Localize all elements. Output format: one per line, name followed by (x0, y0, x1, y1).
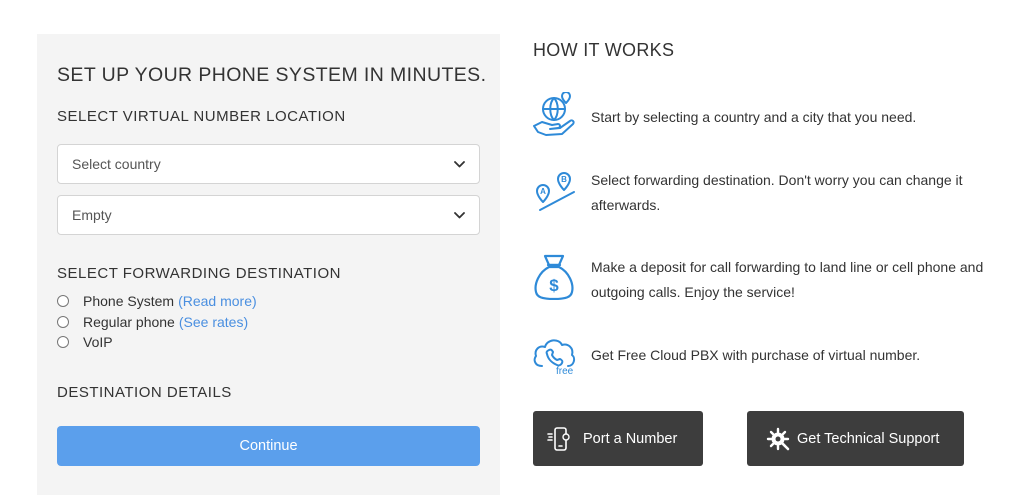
details-heading: DESTINATION DETAILS (57, 384, 232, 401)
port-number-label: Port a Number (583, 430, 678, 447)
continue-button[interactable]: Continue (57, 426, 480, 466)
location-heading: SELECT VIRTUAL NUMBER LOCATION (57, 108, 346, 125)
step-text: Get Free Cloud PBX with purchase of virt… (591, 347, 921, 363)
how-it-works-title: HOW IT WORKS (533, 40, 675, 60)
setup-form-panel: SET UP YOUR PHONE SYSTEM IN MINUTES. SEL… (37, 34, 500, 495)
read-more-link[interactable]: (Read more) (178, 293, 257, 309)
port-number-button[interactable]: Port a Number (533, 411, 703, 466)
option-label: Phone System (83, 293, 175, 309)
option-label: VoIP (83, 334, 113, 350)
country-select[interactable]: Select country (57, 144, 480, 184)
globe-hand-icon (533, 92, 575, 136)
step-cloud-pbx: free Get Free Cloud PBX with purchase of… (530, 332, 1024, 380)
technical-support-label: Get Technical Support (797, 430, 940, 447)
option-regular-phone[interactable]: Regular phone (See rates) (57, 314, 248, 330)
route-ab-icon: A B (536, 172, 575, 211)
svg-text:A: A (540, 187, 546, 196)
step-text: Make a deposit for call forwarding to la… (591, 259, 984, 300)
see-rates-link[interactable]: (See rates) (179, 314, 248, 330)
form-title: SET UP YOUR PHONE SYSTEM IN MINUTES. (57, 64, 487, 86)
radio-button[interactable] (57, 336, 69, 348)
option-voip[interactable]: VoIP (57, 334, 113, 350)
city-select[interactable]: Empty (57, 195, 480, 235)
svg-text:B: B (561, 175, 567, 184)
step-deposit: $ Make a deposit for call forwarding to … (530, 252, 1024, 304)
country-select-value: Select country (72, 156, 161, 172)
forwarding-heading: SELECT FORWARDING DESTINATION (57, 265, 341, 282)
step-select-location: Start by selecting a country and a city … (530, 92, 1024, 142)
step-forwarding: A B Select forwarding destination. Don't… (530, 167, 1024, 219)
gear-wrench-icon (765, 426, 791, 452)
option-phone-system[interactable]: Phone System (Read more) (57, 293, 257, 309)
mobile-phone-icon (547, 425, 571, 453)
chevron-down-icon (454, 160, 465, 167)
step-text: Start by selecting a country and a city … (591, 109, 917, 125)
radio-button[interactable] (57, 295, 69, 307)
radio-button[interactable] (57, 316, 69, 328)
svg-text:$: $ (549, 276, 559, 295)
money-bag-icon: $ (534, 254, 574, 300)
step-text: Select forwarding destination. Don't wor… (591, 172, 963, 213)
city-select-value: Empty (72, 207, 112, 223)
free-badge: free (556, 366, 574, 377)
technical-support-button[interactable]: Get Technical Support (747, 411, 964, 466)
option-label: Regular phone (83, 314, 175, 330)
chevron-down-icon (454, 211, 465, 218)
